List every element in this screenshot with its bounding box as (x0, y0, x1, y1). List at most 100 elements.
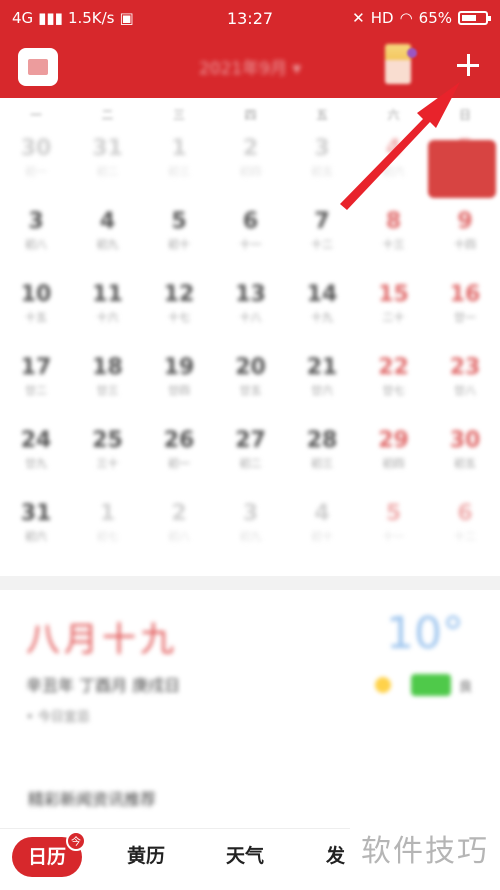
calendar-day[interactable]: 3 初五 (286, 130, 358, 202)
calendar-day[interactable]: 27 初二 (215, 422, 287, 494)
day-number: 2 (242, 136, 259, 161)
calendar-day[interactable]: 9 十四 (429, 203, 500, 275)
calendar-day[interactable]: 24 廿九 (0, 422, 72, 494)
calendar-day[interactable]: 14 十九 (286, 276, 358, 348)
toolbar: 2021年9月 ▾ (0, 36, 500, 98)
lunar-day: 十六 (96, 311, 119, 324)
calendar-day[interactable]: 4 初六 (358, 130, 430, 202)
day-number: 21 (306, 355, 338, 380)
lunar-day: 十一 (382, 530, 405, 543)
day-number: 3 (28, 209, 44, 234)
section-divider (0, 576, 500, 590)
calendar-day[interactable]: 4 初九 (72, 203, 144, 275)
calendar-day[interactable]: 29 初四 (358, 422, 430, 494)
lunar-day: 初三 (168, 165, 190, 178)
hd-label: HD (370, 9, 394, 27)
day-number: 9 (457, 209, 473, 234)
day-number: 7 (314, 209, 330, 234)
calendar-day[interactable]: 6 十二 (429, 495, 500, 567)
lunar-info-card[interactable]: 八月十九 辛丑年 丁酉月 庚戌日 • 今日宜忌 10° 良 (14, 598, 486, 748)
lunar-day: 初九 (239, 530, 262, 543)
calendar-day[interactable]: 2 初四 (215, 130, 287, 202)
day-number: 17 (20, 355, 52, 380)
calendar-day[interactable]: 30 初一 (0, 130, 72, 202)
lunar-day: 十一 (239, 238, 262, 251)
lunar-day: 初一 (168, 457, 190, 470)
day-number: 31 (92, 136, 123, 161)
calendar-day[interactable]: 15 二十 (358, 276, 430, 348)
weekday-label: 六 (387, 108, 400, 122)
lunar-day: 初三 (311, 457, 333, 470)
day-number: 23 (449, 355, 481, 380)
calendar-day[interactable]: 4 初十 (286, 495, 358, 567)
day-number: 18 (92, 355, 123, 380)
calendar-day[interactable]: 18 廿三 (72, 349, 144, 421)
calendar-day[interactable]: 21 廿六 (286, 349, 358, 421)
calendar-day[interactable]: 1 初七 (72, 495, 144, 567)
tab-weather[interactable]: 天气 (226, 841, 264, 868)
calendar-day[interactable]: 23 廿八 (429, 349, 500, 421)
lunar-day: 十二 (454, 530, 476, 543)
aqi-text: 良 (458, 679, 472, 695)
calendar-day[interactable]: 31 初二 (72, 130, 144, 202)
calendar-day[interactable]: 8 十三 (358, 203, 430, 275)
day-number: 4 (99, 209, 116, 234)
lunar-day: 初四 (382, 457, 405, 470)
weekday-label: 五 (315, 108, 328, 122)
lunar-date: 八月十九 (26, 620, 178, 660)
calendar-day[interactable]: 5 十一 (358, 495, 430, 567)
calendar-day[interactable]: 26 初一 (143, 422, 215, 494)
weekday-label: 二 (101, 108, 114, 122)
day-number: 14 (306, 282, 338, 307)
calendar-grid: 30初一31初二1初三2初四3初五4初六5初七3初八4初九5初十6十一7十二8十… (0, 130, 500, 570)
calendar-day[interactable]: 17 廿二 (0, 349, 72, 421)
calendar-day[interactable]: 22 廿七 (358, 349, 430, 421)
day-number: 15 (378, 282, 409, 307)
day-number: 28 (306, 428, 338, 453)
calendar-day[interactable]: 2 初八 (143, 495, 215, 567)
calendar-day[interactable]: 16 廿一 (429, 276, 500, 348)
weekday-label: 三 (172, 108, 185, 122)
day-number: 4 (385, 136, 402, 161)
calendar-day[interactable]: 10 十五 (0, 276, 72, 348)
day-number: 5 (385, 501, 402, 526)
calendar-day[interactable]: 3 初八 (0, 203, 72, 275)
calendar-day[interactable]: 19 廿四 (143, 349, 215, 421)
today-badge: 今 (66, 831, 86, 851)
day-number: 2 (171, 501, 187, 526)
calendar-day[interactable]: 25 三十 (72, 422, 144, 494)
day-number: 29 (378, 428, 409, 453)
lunar-day: 初二 (96, 165, 119, 178)
wifi-icon: ◠ (399, 9, 413, 27)
lunar-day: 廿二 (25, 384, 47, 397)
calendar-day[interactable]: 13 十八 (215, 276, 287, 348)
tab-almanac[interactable]: 黄历 (127, 841, 165, 868)
calendar-day[interactable]: 7 十二 (286, 203, 358, 275)
day-number: 24 (20, 428, 52, 453)
info-sub: • 今日宜忌 (26, 710, 90, 725)
calendar-icon[interactable] (18, 48, 58, 86)
news-text: 精彩新闻资讯推荐 (28, 790, 157, 809)
calendar-day[interactable]: 31 初六 (0, 495, 72, 567)
calendar-day[interactable]: 11 十六 (72, 276, 144, 348)
lunar-day: 初二 (239, 457, 262, 470)
calendar-day[interactable]: 28 初三 (286, 422, 358, 494)
ganzhi-detail: 辛丑年 丁酉月 庚戌日 (26, 676, 181, 695)
battery-percent: 65% (418, 9, 452, 27)
calendar-day[interactable]: 30 初五 (429, 422, 500, 494)
lunar-day: 廿三 (96, 384, 119, 397)
calendar-day[interactable]: 3 初九 (215, 495, 287, 567)
calendar-day[interactable]: 12 十七 (143, 276, 215, 348)
calendar-day[interactable]: 5 初十 (143, 203, 215, 275)
today-highlight[interactable] (428, 140, 496, 198)
day-number: 31 (20, 501, 52, 526)
calendar-day[interactable]: 20 廿五 (215, 349, 287, 421)
month-selector[interactable]: 2021年9月 ▾ (150, 54, 350, 79)
tab-discover[interactable]: 发 (326, 841, 345, 868)
lunar-day: 初十 (311, 530, 333, 543)
day-number: 10 (20, 282, 52, 307)
calendar-day[interactable]: 6 十一 (215, 203, 287, 275)
add-event-button[interactable] (448, 45, 488, 85)
lunar-day: 初八 (25, 238, 47, 251)
calendar-day[interactable]: 1 初三 (143, 130, 215, 202)
